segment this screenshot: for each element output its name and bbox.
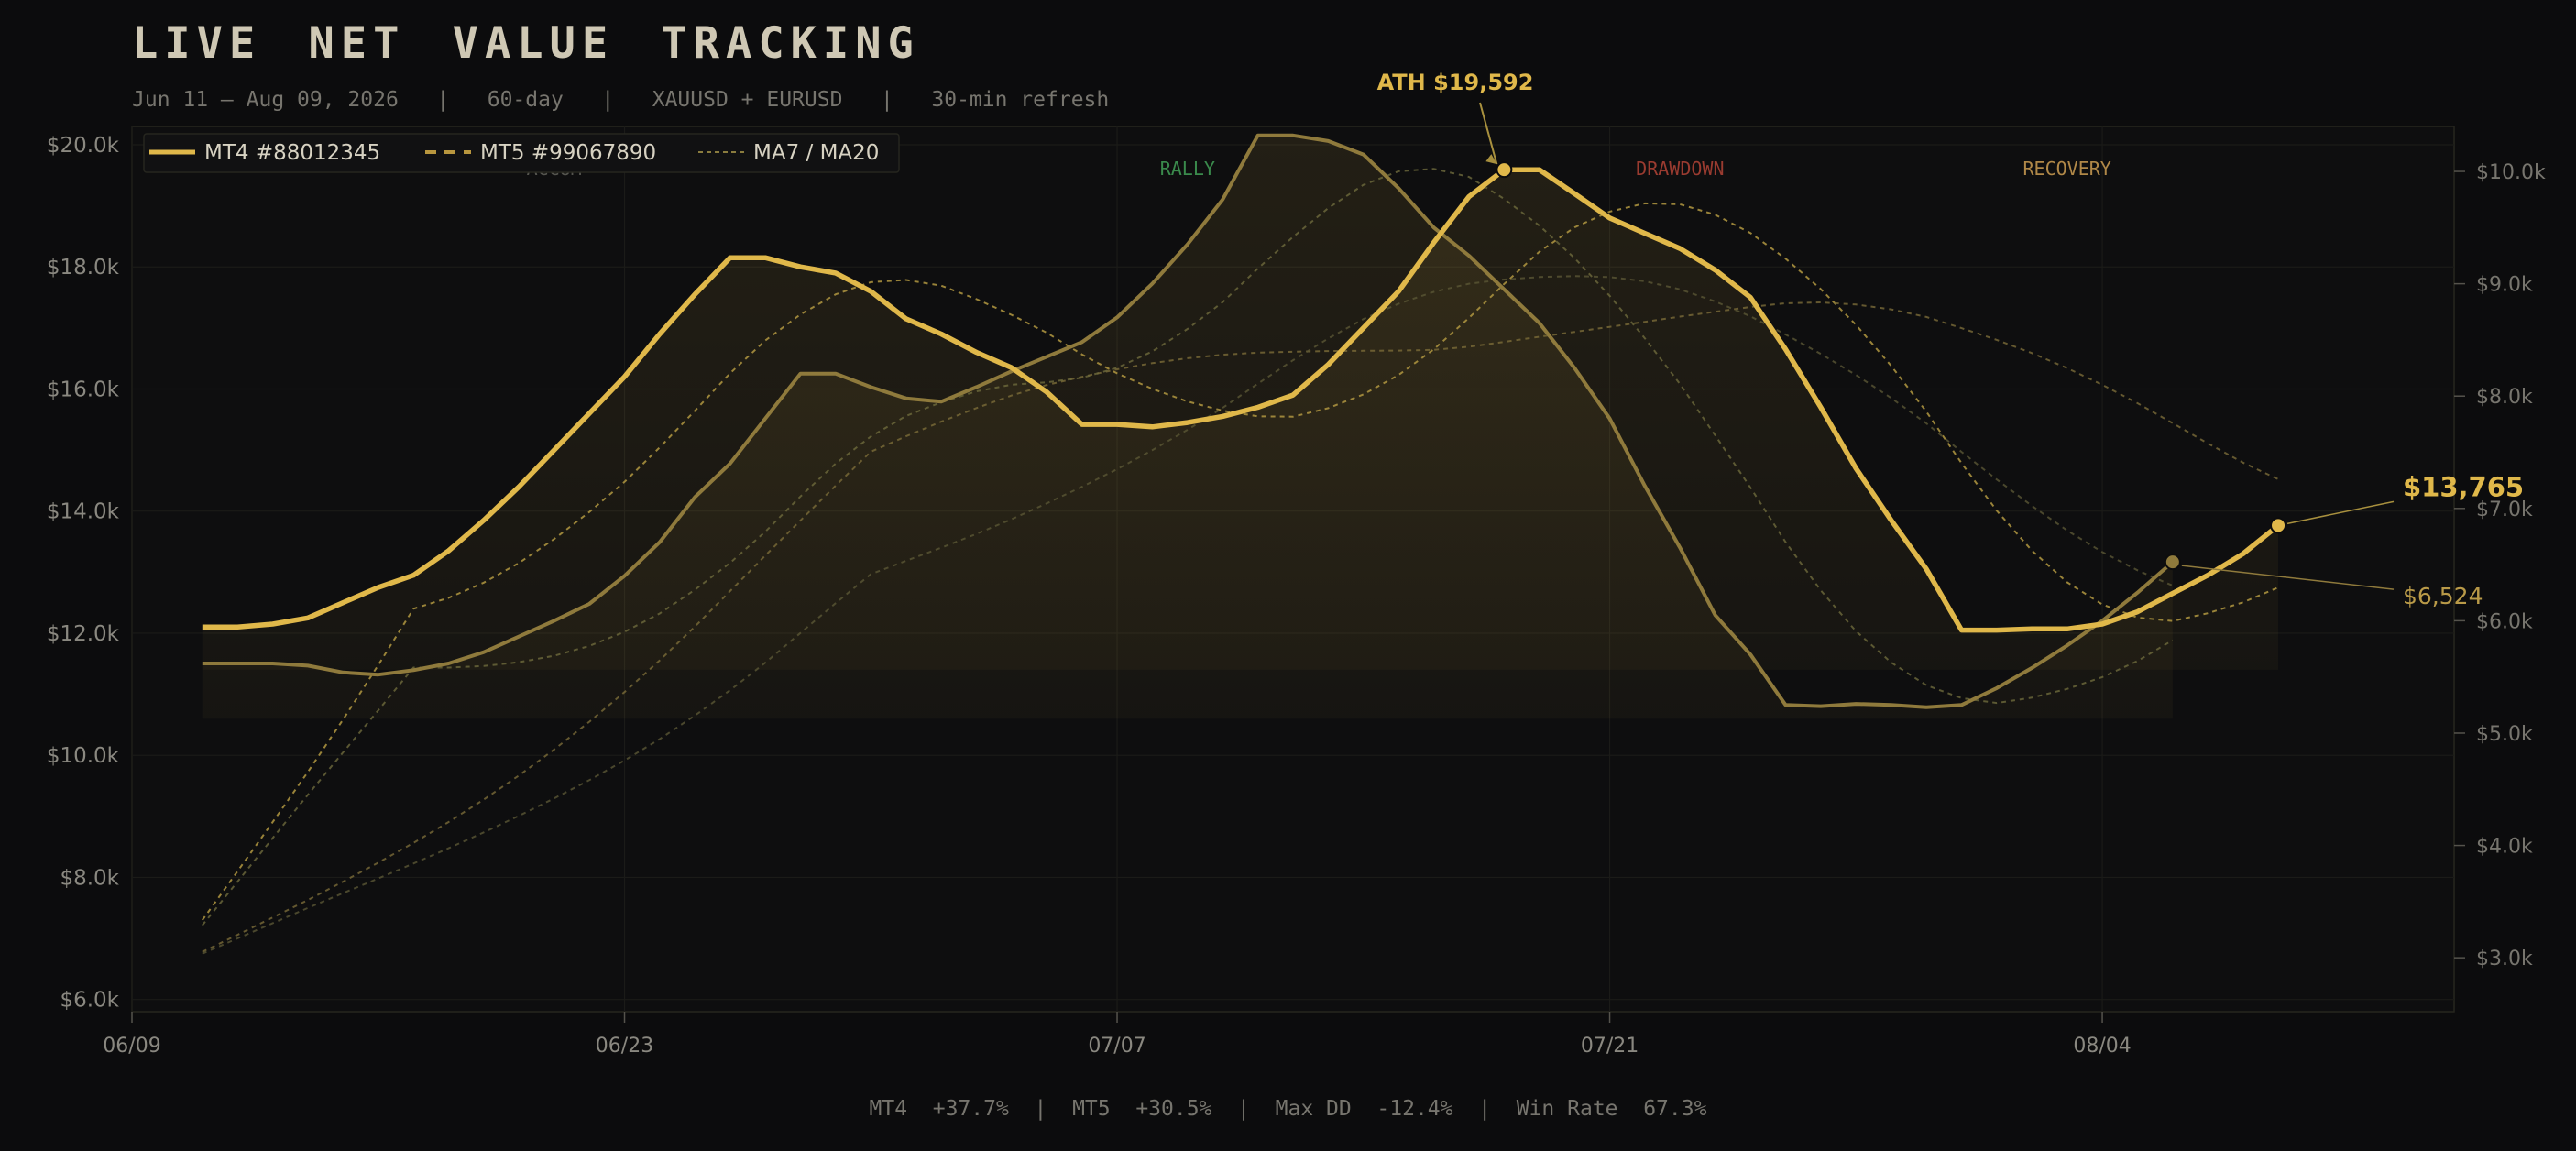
y-tick-label: $6.0k xyxy=(60,989,119,1013)
y-tick-label: $16.0k xyxy=(47,378,120,401)
y-tick-label: $14.0k xyxy=(47,500,120,524)
phase-label: DRAWDOWN xyxy=(1636,158,1724,180)
y2-tick-label: $3.0k xyxy=(2476,948,2533,970)
legend-label: MT5 #99067890 xyxy=(480,141,656,165)
ath-marker xyxy=(1496,161,1513,179)
legend: MT4 #88012345 MT5 #99067890 MA7 / MA20 xyxy=(143,133,900,173)
x-tick-label: 06/09 xyxy=(103,1035,160,1058)
phase-label: RECOVERY xyxy=(2023,158,2111,180)
y-tick-label: $18.0k xyxy=(47,256,120,280)
legend-label: MA7 / MA20 xyxy=(753,141,879,165)
phase-label: RALLY xyxy=(1160,158,1215,180)
net-value-chart: $6.0k $8.0k $10.0k $12.0k $14.0k $16.0k $18.0k… xyxy=(47,70,2546,1058)
y-tick-label: $10.0k xyxy=(47,744,120,768)
legend-label: MT4 #88012345 xyxy=(204,141,380,165)
y2-tick-label: $6.0k xyxy=(2476,610,2533,633)
x-tick-label: 06/23 xyxy=(596,1035,653,1058)
mt4-last-marker xyxy=(2270,517,2287,534)
y-tick-label: $8.0k xyxy=(60,866,119,890)
y2-tick-label: $5.0k xyxy=(2476,723,2533,746)
y-tick-label: $12.0k xyxy=(47,622,120,646)
y2-tick-label: $4.0k xyxy=(2476,836,2533,859)
mt5-last-marker xyxy=(2164,554,2181,571)
y2-tick-label: $9.0k xyxy=(2476,274,2533,297)
y2-tick-label: $10.0k xyxy=(2476,161,2546,184)
mt5-last-label: $6,524 xyxy=(2403,583,2483,609)
y2-tick-label: $8.0k xyxy=(2476,386,2533,409)
x-tick-label: 07/07 xyxy=(1088,1035,1145,1058)
ath-label: ATH $19,592 xyxy=(1377,70,1534,95)
y-tick-label: $20.0k xyxy=(47,134,120,158)
mt4-last-label: $13,765 xyxy=(2403,471,2524,502)
x-tick-label: 08/04 xyxy=(2073,1035,2131,1058)
x-tick-label: 07/21 xyxy=(1581,1035,1639,1058)
